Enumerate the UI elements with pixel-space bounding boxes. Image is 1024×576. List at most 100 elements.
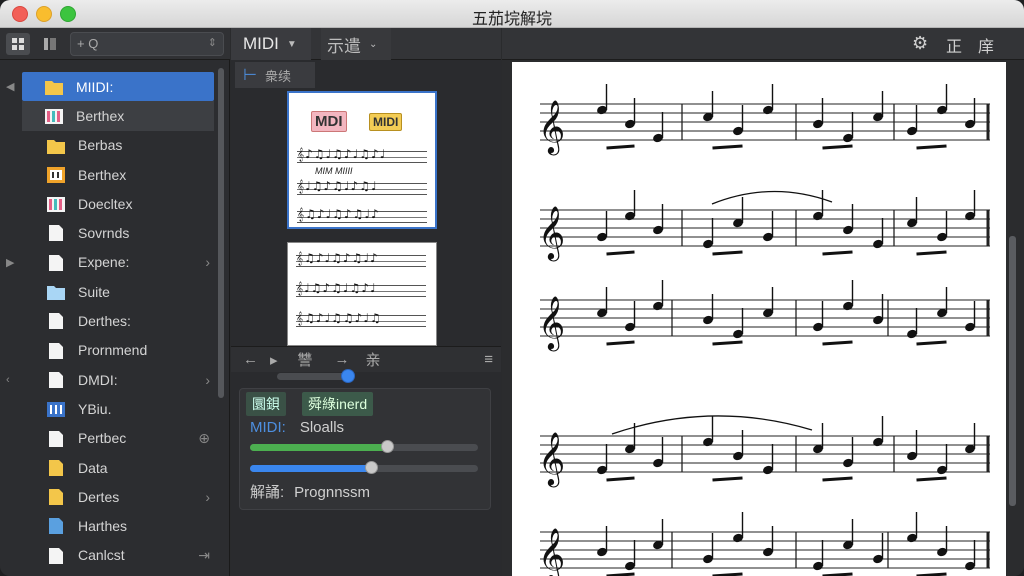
list-item[interactable]: ◀ MIIDI: <box>6 72 214 102</box>
page-icon[interactable]: 讐 <box>298 349 313 370</box>
midi-badge: MIDI <box>369 113 403 131</box>
signal-level-slider[interactable] <box>250 440 478 453</box>
list-view-icon[interactable] <box>38 33 62 55</box>
stepper-icon: ⇕ <box>207 37 217 49</box>
title-bar: 五茄垸解垸 <box>0 0 1024 28</box>
page-nav-bar: ← ▸ 讐 → 亲 ≡ <box>231 346 501 372</box>
list-item[interactable]: Berthex <box>0 160 220 189</box>
document-icon <box>49 489 63 506</box>
sheet-music: 𝄞 𝄞 𝄞 𝄞 𝄞 <box>538 84 990 576</box>
thumbnail-panel: MIDI ▼ 示遣 ⌄ ⊢ 衆续 MDI MIDI 𝄞♪♫♩♫♪♩♫♪♩ MIM MI… <box>231 28 501 576</box>
zoom-slider-knob[interactable] <box>341 369 355 383</box>
panel-button-1[interactable]: 圜鋇 <box>246 392 286 416</box>
music-file-icon <box>47 166 65 183</box>
menu-icon[interactable]: ≡ <box>484 351 493 368</box>
export-icon[interactable]: ⇥ <box>198 547 210 564</box>
list-item[interactable]: Dertes › <box>0 482 220 511</box>
subtab-continue[interactable]: ⊢ 衆续 <box>235 62 315 88</box>
mini-notes: 𝄞♫♪♩♫♫♪♩♫ <box>296 311 382 325</box>
document-icon <box>49 371 63 388</box>
toolbar-button-1[interactable]: 正 <box>946 33 962 57</box>
signal-level-knob[interactable] <box>380 440 394 453</box>
list-item[interactable]: Doecltex <box>0 189 220 218</box>
progress-knob[interactable] <box>364 461 378 474</box>
grid-view-icon[interactable] <box>6 33 30 55</box>
document-icon <box>49 313 63 330</box>
zoom-slider[interactable] <box>277 373 351 380</box>
document-icon <box>49 518 63 535</box>
document-icon <box>49 547 63 564</box>
mini-caption: MIM MIIII <box>315 166 353 176</box>
sidebar-toolbar: + Q ⇕ <box>0 28 230 60</box>
score-view: ⚙ 正 庠 𝄞 𝄞 𝄞 𝄞 𝄞 <box>502 28 1024 576</box>
forward-arrow-icon[interactable]: ▸ <box>270 351 278 369</box>
document-icon <box>49 254 63 271</box>
tab-view[interactable]: 示遣 ⌄ <box>321 28 391 60</box>
panel-button-2[interactable]: 舜綠inerd <box>302 392 374 416</box>
list-item[interactable]: Berbas <box>0 131 220 160</box>
svg-text:𝄞: 𝄞 <box>538 99 565 155</box>
list-item[interactable]: Prornmend <box>0 336 220 365</box>
score-toolbar: ⚙ 正 庠 <box>502 28 1024 60</box>
list-item[interactable]: ‹ DMDI: › <box>0 365 220 394</box>
tab-bar: MIDI ▼ 示遣 ⌄ <box>231 28 501 60</box>
tab-midi[interactable]: MIDI ▼ <box>231 28 311 60</box>
score-page: 𝄞 𝄞 𝄞 𝄞 𝄞 <box>512 62 1006 576</box>
svg-text:𝄞: 𝄞 <box>538 527 565 576</box>
folder-icon <box>47 286 65 301</box>
list-item[interactable]: YBiu. <box>0 394 220 423</box>
staff-system: 𝄞 <box>538 190 990 261</box>
midi-label: MIDI: <box>250 419 286 436</box>
collapse-arrow-icon: ▶ <box>6 256 15 269</box>
page-thumbnail-2[interactable]: 𝄞♫♪♩♫♪♫♩♪ 𝄞♩♫♪♫♩♫♪♩ 𝄞♫♪♩♫♫♪♩♫ <box>287 242 437 346</box>
folder-icon <box>47 139 65 154</box>
list-item[interactable]: Suite <box>0 277 220 306</box>
mini-notes: 𝄞♪♫♩♫♪♩♫♪♩ <box>297 147 387 161</box>
mini-notes: 𝄞♫♪♩♫♪♫♩♪ <box>297 207 380 221</box>
staff-system: 𝄞 <box>538 512 990 576</box>
list-item[interactable]: Pertbec ⊕ <box>0 424 220 453</box>
signals-row: MIDI: Sloalls <box>250 419 344 436</box>
list-item[interactable]: Berthex <box>22 101 214 131</box>
progression-value: Prognnssm <box>294 484 371 501</box>
toolbar-button-2[interactable]: 庠 <box>978 33 994 57</box>
list-item[interactable]: Derthes: <box>0 306 220 335</box>
chevron-right-icon: › <box>205 254 210 271</box>
chevron-right-icon: › <box>205 488 210 505</box>
chevron-right-icon: › <box>205 371 210 388</box>
staff-system: 𝄞 <box>538 415 990 487</box>
add-icon[interactable]: ⊕ <box>198 430 210 447</box>
gear-icon[interactable]: ⚙ <box>912 33 928 54</box>
next-arrow-icon[interactable]: → <box>335 351 350 368</box>
list-item[interactable]: Harthes <box>0 511 220 540</box>
properties-panel: 圜鋇 舜綠inerd MIDI: Sloalls 解誦: Prognnssm <box>239 388 491 510</box>
file-list: ◀ MIIDI: Berthex Berbas Berthex Doecltex… <box>0 72 220 570</box>
midi-tag: MDI <box>311 111 347 132</box>
staff-system: 𝄞 <box>538 84 990 155</box>
collapse-arrow-icon: ◀ <box>6 81 15 94</box>
progress-slider[interactable] <box>250 461 478 474</box>
list-item[interactable]: Data <box>0 453 220 482</box>
list-item[interactable]: Sovrnds <box>0 218 220 247</box>
page-thumbnail-1[interactable]: MDI MIDI 𝄞♪♫♩♫♪♩♫♪♩ MIM MIIII 𝄞♩♫♪♫♩♪♫♩ … <box>287 91 437 229</box>
list-item[interactable]: Canlcst ⇥ <box>0 541 220 570</box>
svg-text:𝄞: 𝄞 <box>538 205 565 261</box>
document-icon <box>49 430 63 447</box>
chevron-down-icon: ⌄ <box>369 38 378 50</box>
settings-label[interactable]: 亲 <box>366 349 381 370</box>
staff-system: 𝄞 <box>538 280 990 351</box>
bracket-icon: ⊢ <box>243 67 257 84</box>
list-item[interactable]: ▶ Expene: › <box>0 248 220 277</box>
midi-file-icon <box>47 402 65 418</box>
score-scrollbar[interactable] <box>1009 236 1016 506</box>
signals-value: Sloalls <box>299 419 345 436</box>
mini-notes: 𝄞♫♪♩♫♪♫♩♪ <box>296 251 379 265</box>
document-icon <box>49 225 63 242</box>
document-icon <box>49 342 63 359</box>
mini-notes: 𝄞♩♫♪♫♩♫♪♩ <box>296 281 377 295</box>
chevron-down-icon: ▼ <box>286 38 297 50</box>
sidebar-scrollbar[interactable] <box>218 68 224 398</box>
search-input[interactable]: + Q ⇕ <box>70 32 224 56</box>
back-arrow-icon[interactable]: ← <box>243 351 258 368</box>
solution-label: 解誦: <box>250 484 285 501</box>
